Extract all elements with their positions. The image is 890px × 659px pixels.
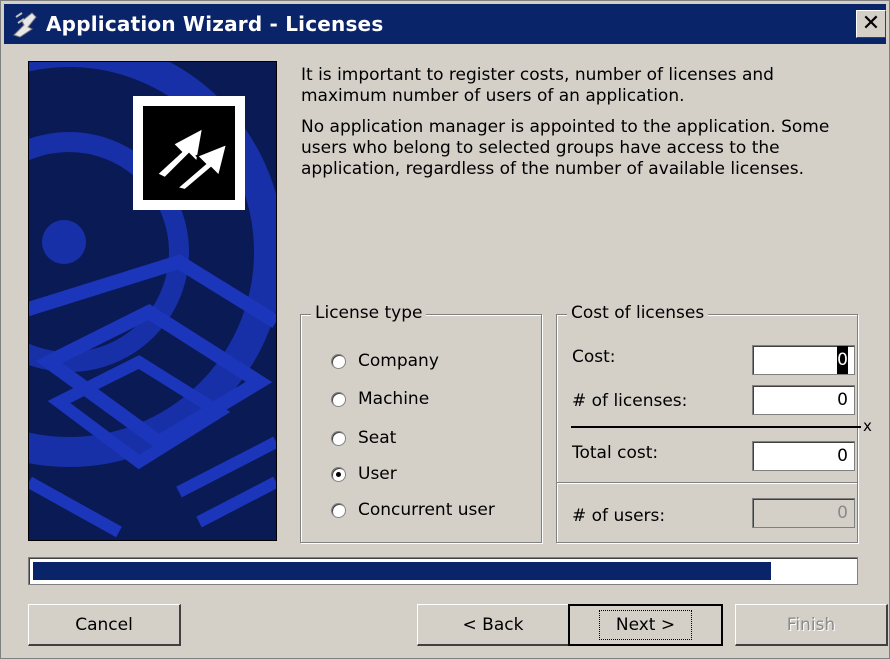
users-label: # of users: bbox=[572, 506, 666, 526]
radio-button-selected[interactable] bbox=[331, 466, 346, 482]
wizard-window: Application Wizard - Licenses ✕ It is im… bbox=[0, 0, 890, 659]
cost-input[interactable]: 0 bbox=[752, 345, 855, 375]
radio-company[interactable]: Company bbox=[331, 351, 439, 371]
radio-button[interactable] bbox=[331, 502, 346, 518]
info-text: It is important to register costs, numbe… bbox=[301, 65, 861, 190]
radio-label: User bbox=[358, 464, 397, 484]
arrows-logo-icon bbox=[133, 96, 245, 210]
radio-concurrent-user[interactable]: Concurrent user bbox=[331, 500, 495, 520]
cancel-label: Cancel bbox=[75, 614, 133, 635]
cancel-button[interactable]: Cancel bbox=[28, 604, 181, 646]
total-cost-label: Total cost: bbox=[572, 443, 659, 463]
radio-machine[interactable]: Machine bbox=[331, 389, 429, 409]
radio-button[interactable] bbox=[331, 430, 346, 446]
radio-label: Company bbox=[358, 351, 439, 371]
info-paragraph: No application manager is appointed to t… bbox=[301, 117, 830, 179]
cost-of-licenses-group: Cost of licenses Cost: 0 # of licenses: … bbox=[556, 303, 872, 543]
users-input: 0 bbox=[752, 498, 855, 528]
group-legend: Cost of licenses bbox=[567, 303, 709, 323]
back-button[interactable]: < Back bbox=[417, 604, 570, 646]
multiply-sign: x bbox=[863, 417, 872, 435]
cost-label: Cost: bbox=[572, 347, 616, 367]
radio-button[interactable] bbox=[331, 391, 346, 407]
sum-line bbox=[571, 426, 861, 428]
group-legend: License type bbox=[311, 303, 427, 323]
close-icon[interactable]: ✕ bbox=[856, 10, 886, 38]
progress-fill bbox=[33, 562, 771, 580]
total-cost-input[interactable]: 0 bbox=[752, 441, 855, 471]
back-label: < Back bbox=[462, 614, 524, 635]
radio-seat[interactable]: Seat bbox=[331, 428, 396, 448]
next-label: Next > bbox=[598, 610, 693, 640]
title-bar[interactable]: Application Wizard - Licenses ✕ bbox=[4, 4, 886, 44]
next-button[interactable]: Next > bbox=[568, 604, 723, 646]
radio-label: Seat bbox=[358, 428, 397, 448]
finish-label: Finish bbox=[786, 614, 836, 635]
info-paragraph: It is important to register costs, numbe… bbox=[301, 65, 774, 106]
radio-label: Machine bbox=[358, 389, 430, 409]
radio-button[interactable] bbox=[331, 353, 346, 369]
licenses-label: # of licenses: bbox=[572, 391, 688, 411]
wizard-icon bbox=[11, 10, 39, 38]
license-type-group: License type Company Machine Seat User C… bbox=[300, 303, 542, 543]
finish-button: Finish bbox=[735, 604, 888, 646]
group-divider bbox=[557, 482, 857, 484]
window-title: Application Wizard - Licenses bbox=[46, 12, 384, 36]
licenses-input[interactable]: 0 bbox=[752, 385, 855, 415]
wizard-progress-bar bbox=[28, 557, 858, 585]
radio-label: Concurrent user bbox=[358, 500, 495, 520]
radio-user[interactable]: User bbox=[331, 464, 397, 484]
